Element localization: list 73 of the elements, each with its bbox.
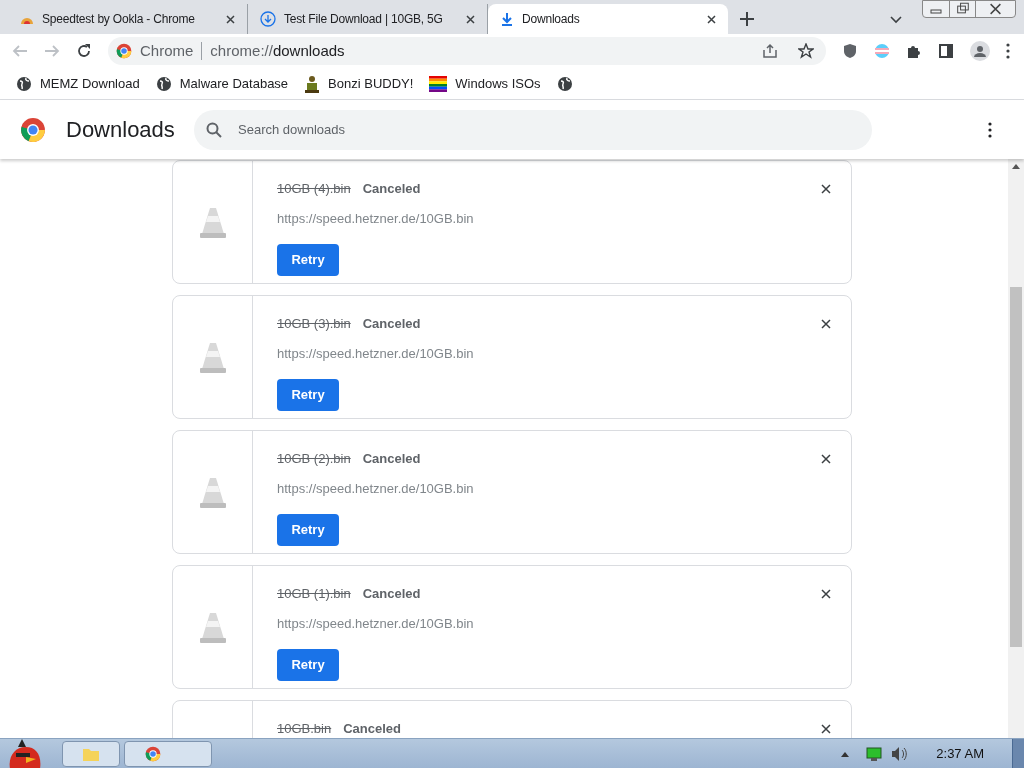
bookmark-link[interactable]: MEMZ Download [40, 73, 140, 94]
figure-icon [304, 74, 321, 93]
close-tab-icon[interactable] [226, 14, 235, 24]
download-status: Canceled [362, 180, 421, 198]
download-url[interactable]: https://speed.hetzner.de/10GB.bin [277, 613, 831, 633]
browser-tab[interactable]: Speedtest by Ookla - Chrome [8, 4, 248, 34]
network-icon[interactable] [866, 746, 883, 761]
close-tab-icon[interactable] [466, 14, 475, 24]
file-name[interactable]: 10GB (4).bin [277, 179, 351, 199]
reload-icon[interactable] [76, 43, 92, 59]
url-text: chrome://downloads [210, 40, 345, 61]
download-status: Canceled [362, 585, 421, 603]
search-icon [206, 121, 222, 138]
chrome-icon [145, 745, 161, 762]
tab-title: Downloads [522, 11, 581, 28]
download-status: Canceled [343, 720, 401, 738]
file-name[interactable]: 10GB (2).bin [277, 449, 351, 469]
bookmark-link[interactable]: Windows ISOs [455, 73, 541, 94]
remove-icon[interactable] [821, 588, 831, 599]
remove-icon[interactable] [821, 318, 831, 329]
more-icon[interactable] [1006, 43, 1010, 59]
close-tab-icon[interactable] [707, 14, 716, 24]
new-tab-icon[interactable] [740, 12, 754, 26]
retry-button[interactable]: Retry [277, 379, 339, 411]
puzzle-icon[interactable] [906, 43, 922, 59]
globe-icon [556, 75, 573, 92]
globe-icon [16, 75, 32, 92]
chrome-logo [20, 116, 46, 143]
traffic-cone-icon [199, 476, 226, 508]
retry-button[interactable]: Retry [277, 649, 339, 681]
chrome-icon [116, 43, 132, 59]
download-url[interactable]: https://speed.hetzner.de/10GB.bin [277, 478, 831, 498]
retry-button[interactable]: Retry [277, 244, 339, 276]
scrollbar[interactable] [1008, 159, 1024, 738]
bookmark-link[interactable]: Malware Database [179, 73, 289, 94]
download-circle-icon [260, 11, 276, 27]
side-panel-icon[interactable] [938, 43, 954, 59]
address-bar[interactable]: Chrome chrome://downloads [108, 37, 826, 65]
tab-title: Test File Download | 10GB, 5G [284, 11, 444, 28]
shield-icon[interactable] [842, 43, 858, 59]
traffic-cone-icon [199, 341, 226, 373]
star-icon[interactable] [798, 43, 814, 59]
file-name[interactable]: 10GB (1).bin [277, 584, 351, 604]
search-field[interactable]: Search downloads [194, 109, 872, 150]
download-status: Canceled [362, 450, 421, 468]
site-label: Chrome [140, 40, 194, 61]
page-title: Downloads [66, 116, 176, 144]
share-icon[interactable] [762, 43, 778, 59]
download-url[interactable]: https://speed.hetzner.de/10GB.bin [277, 208, 831, 228]
profile-icon[interactable] [970, 41, 990, 61]
download-icon [500, 12, 514, 26]
scroll-thumb[interactable] [1010, 287, 1022, 647]
globe-icon [155, 75, 172, 92]
traffic-cone-icon [199, 611, 226, 643]
file-name[interactable]: 10GB (3).bin [277, 314, 351, 334]
traffic-cone-icon [199, 206, 226, 238]
remove-icon[interactable] [821, 183, 831, 194]
bookmark-link[interactable]: Bonzi BUDDY! [328, 73, 414, 94]
speaker-icon[interactable] [890, 745, 909, 762]
download-status: Canceled [362, 315, 421, 333]
retry-button[interactable]: Retry [277, 514, 339, 546]
taskbar-button[interactable] [124, 740, 212, 767]
scroll-up-icon[interactable] [1012, 163, 1020, 169]
browser-tab[interactable]: Downloads [488, 4, 728, 34]
chevron-down-icon[interactable] [890, 16, 902, 24]
tab-title: Speedtest by Ookla - Chrome [42, 11, 196, 28]
remove-icon[interactable] [821, 453, 831, 464]
more-icon[interactable] [988, 121, 992, 138]
flag-icon [429, 75, 448, 92]
download-url[interactable]: https://speed.hetzner.de/10GB.bin [277, 343, 831, 363]
file-name[interactable]: 10GB.bin [277, 719, 332, 738]
remove-icon[interactable] [821, 723, 831, 734]
clock[interactable]: 2:37 AM [936, 743, 984, 764]
